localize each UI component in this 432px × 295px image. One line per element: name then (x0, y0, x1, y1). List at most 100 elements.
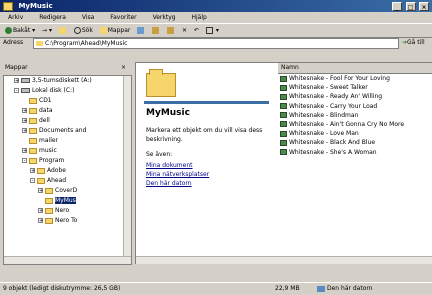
link-network-places[interactable]: Mina nätverksplatser (146, 170, 209, 179)
audio-file-icon (280, 84, 287, 91)
tree-item[interactable]: mailer (4, 136, 131, 146)
file-row[interactable]: Whitesnake - Black And Blue (278, 138, 432, 147)
tree-item[interactable]: + Nero To (4, 216, 131, 226)
tree-item-label: CoverD (55, 187, 78, 194)
expander-icon[interactable]: + (14, 78, 19, 84)
folder-icon (29, 147, 37, 154)
file-name: Whitesnake - Black And Blue (289, 139, 376, 147)
tree-item[interactable]: +3,5-tumsdiskett (A:) (4, 76, 131, 86)
address-value: C:\Program\Ahead\MyMusic (45, 40, 128, 47)
tree-item[interactable]: - Program (4, 156, 131, 166)
tree-item[interactable]: - Ahead (4, 176, 131, 186)
expander-icon[interactable]: + (22, 118, 27, 124)
menu-item[interactable]: Hjälp (191, 14, 206, 21)
vertical-scrollbar[interactable] (123, 76, 131, 264)
audio-file-icon (280, 93, 287, 100)
menu-item[interactable]: Arkiv (8, 14, 23, 21)
file-row[interactable]: Whitesnake - Carry Your Load (278, 102, 432, 111)
horizontal-scrollbar[interactable] (4, 256, 131, 264)
folder-icon (45, 217, 53, 224)
file-row[interactable]: Whitesnake - Love Man (278, 129, 432, 138)
close-button[interactable]: × (419, 2, 429, 11)
back-arrow-icon (5, 27, 12, 34)
expander-icon[interactable]: + (38, 208, 43, 214)
file-row[interactable]: Whitesnake - Ready An' Willing (278, 92, 432, 101)
history-button[interactable] (137, 24, 145, 37)
audio-file-icon (280, 75, 287, 82)
drive-icon (21, 88, 30, 93)
folders-button[interactable]: Mappar (99, 24, 130, 37)
copy-to-button[interactable] (167, 24, 175, 37)
window-title: MyMusic (18, 2, 53, 10)
up-folder-icon (58, 27, 66, 34)
file-row[interactable]: Whitesnake - Sweet Talker (278, 83, 432, 92)
menu-item[interactable]: Favoriter (110, 14, 136, 21)
link-my-computer[interactable]: Den här datorn (146, 179, 209, 188)
tree-item[interactable]: - Lokal disk (C:) (4, 86, 131, 96)
delete-icon: ✕ (182, 27, 188, 34)
status-objects: 9 objekt (ledigt diskutrymme: 26,5 GB) (3, 285, 121, 292)
tree-item[interactable]: MyMus (4, 196, 131, 206)
tree-item[interactable]: + CoverD (4, 186, 131, 196)
tree-item[interactable]: + Nero (4, 206, 131, 216)
folders-panel-title: Mappar (5, 64, 28, 71)
folder-icon (37, 167, 45, 174)
tree-item[interactable]: CD1 (4, 96, 131, 106)
menu-item[interactable]: Redigera (39, 14, 66, 21)
menu-item[interactable]: Visa (82, 14, 94, 21)
expander-icon[interactable]: + (38, 188, 43, 194)
link-my-documents[interactable]: Mina dokument (146, 161, 209, 170)
expander-icon[interactable]: - (22, 158, 27, 164)
folder-icon (45, 187, 53, 194)
delete-button[interactable]: ✕ (182, 24, 187, 37)
address-label: Adress (3, 39, 24, 46)
tree-item[interactable]: + music (4, 146, 131, 156)
expander-icon[interactable]: + (30, 168, 35, 174)
tree-item-label: Documents and (39, 127, 87, 134)
forward-button[interactable]: → ▾ (42, 24, 52, 37)
column-header-name[interactable]: Namn (278, 63, 432, 74)
title-bar[interactable]: MyMusic _ □ × (0, 0, 432, 12)
undo-button[interactable]: ↶ (194, 24, 199, 37)
tree-item[interactable]: + Adobe (4, 166, 131, 176)
expander-icon[interactable]: - (30, 178, 35, 184)
tree-item-label: Lokal disk (C:) (32, 87, 75, 94)
file-rows: Whitesnake - Fool For Your Loving Whitesn… (278, 74, 432, 157)
file-name: Whitesnake - Fool For Your Loving (289, 75, 390, 82)
close-panel-button[interactable]: × (121, 62, 126, 74)
audio-file-icon (280, 149, 287, 155)
expander-icon[interactable]: + (22, 108, 27, 114)
tree-item[interactable]: + Documents and (4, 126, 131, 136)
maximize-button[interactable]: □ (405, 2, 416, 11)
file-row[interactable]: Whitesnake - Blindman (278, 111, 432, 120)
content-horizontal-scrollbar[interactable] (136, 256, 432, 264)
search-button[interactable]: Sök (73, 24, 93, 37)
views-button[interactable]: ▾ (205, 24, 219, 37)
expander-icon[interactable]: + (22, 148, 27, 154)
expander-icon[interactable]: + (38, 218, 43, 224)
file-row[interactable]: Whitesnake - Ain't Gonna Cry No More (278, 120, 432, 129)
file-row[interactable]: Whitesnake - Fool For Your Loving (278, 74, 432, 83)
menu-bar: Arkiv Redigera Visa Favoriter Verktyg Hj… (0, 12, 432, 23)
minimize-button[interactable]: _ (392, 2, 403, 11)
status-location: Den här datorn (317, 283, 373, 295)
go-button[interactable]: ➜Gå till (402, 37, 425, 49)
move-to-button[interactable] (152, 24, 160, 37)
back-button[interactable]: Bakåt ▾ (5, 24, 35, 37)
tree-item[interactable]: + dell (4, 116, 131, 126)
expander-icon[interactable]: - (14, 88, 19, 94)
audio-file-icon (280, 103, 287, 110)
tree-item[interactable]: + data (4, 106, 131, 116)
expander-icon[interactable]: + (22, 128, 27, 134)
file-row[interactable]: Whitesnake - She's A Woman (278, 148, 432, 157)
address-field[interactable]: C:\Program\Ahead\MyMusic (33, 38, 399, 49)
status-size: 22,9 MB (275, 285, 300, 292)
folders-icon (99, 27, 107, 34)
tree-item-label: Adobe (47, 167, 66, 174)
info-title: MyMusic (146, 108, 190, 118)
info-links: Mina dokument Mina nätverksplatser Den h… (146, 161, 209, 188)
menu-item[interactable]: Verktyg (153, 14, 176, 21)
up-folder-button[interactable] (58, 24, 67, 37)
tree-item-label: Ahead (47, 177, 67, 184)
content-pane: MyMusic Markera ett objekt om du vill vi… (135, 62, 432, 264)
